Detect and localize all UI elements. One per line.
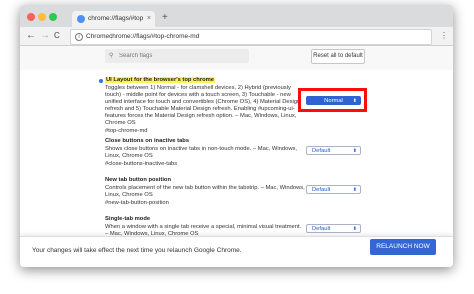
chrome-favicon-icon (77, 15, 85, 23)
tab-flags[interactable]: chrome://flags/#top-chro × (72, 11, 155, 27)
flag-title: UI Layout for the browser's top chrome (105, 77, 215, 83)
select-value: Default (312, 187, 331, 193)
flag-item: UI Layout for the browser's top chrome T… (105, 77, 305, 135)
reload-button[interactable]: C (54, 29, 60, 43)
flag-item: Close buttons on inactive tabs Shows clo… (105, 138, 305, 168)
select-value: Default (312, 148, 331, 154)
flag-description: Toggles between 1) Normal - for clamshel… (105, 85, 301, 126)
relaunch-now-button[interactable]: RELAUNCH NOW (370, 239, 436, 255)
flag-description: Shows close buttons on inactive tabs in … (105, 146, 298, 159)
search-input[interactable] (105, 49, 249, 63)
back-button[interactable]: ← (26, 29, 36, 43)
flag-indicator-icon (99, 79, 103, 83)
flag-link[interactable]: #new-tab-button-position (105, 200, 305, 207)
search-icon: ⚲ (109, 53, 114, 59)
tab-strip: chrome://flags/#top-chro × + (20, 5, 453, 27)
tab-close-icon[interactable]: × (147, 11, 151, 27)
new-tab-button[interactable]: + (162, 12, 168, 24)
flag-title: Close buttons on inactive tabs (105, 138, 190, 144)
info-icon[interactable]: i (75, 33, 83, 41)
relaunch-footer: Your changes will take effect the next t… (20, 236, 453, 267)
flag-item: Single-tab mode When a window with a sin… (105, 216, 305, 236)
flag-select-close-buttons[interactable]: Default ⬍ (306, 146, 361, 155)
select-value: Default (312, 226, 331, 232)
url-text: chrome://flags/#top-chrome-md (109, 33, 200, 40)
flag-description: When a window with a single tab receive … (105, 224, 302, 236)
select-arrow-icon: ⬍ (352, 148, 357, 154)
flag-title: Single-tab mode (105, 216, 151, 222)
menu-icon[interactable]: ⋮ (440, 29, 448, 43)
flag-link[interactable]: #top-chrome-md (105, 128, 305, 135)
flag-title: New tab button position (105, 177, 172, 183)
select-arrow-icon: ⬍ (352, 226, 357, 232)
zoom-window-button[interactable] (49, 13, 57, 21)
reset-all-button[interactable]: Reset all to default (311, 49, 365, 64)
flag-select-single-tab[interactable]: Default ⬍ (306, 224, 361, 233)
flag-description: Controls placement of the new tab button… (105, 185, 305, 198)
tab-title: chrome://flags/#top-chro (88, 15, 143, 22)
close-window-button[interactable] (27, 13, 35, 21)
flag-link[interactable]: #close-buttons-inactive-tabs (105, 161, 305, 168)
address-bar[interactable]: i Chrome | chrome://flags/#top-chrome-md (70, 29, 432, 45)
flag-item: New tab button position Controls placeme… (105, 177, 305, 207)
toolbar: ← → C i Chrome | chrome://flags/#top-chr… (20, 27, 453, 46)
minimize-window-button[interactable] (38, 13, 46, 21)
forward-button[interactable]: → (40, 29, 50, 43)
relaunch-message: Your changes will take effect the next t… (32, 247, 242, 254)
flags-page: ⚲ Reset all to default UI Layout for the… (20, 46, 453, 236)
red-highlight-annotation (298, 88, 367, 112)
flags-header: ⚲ Reset all to default (20, 46, 453, 70)
select-arrow-icon: ⬍ (352, 187, 357, 193)
flag-select-new-tab-position[interactable]: Default ⬍ (306, 185, 361, 194)
browser-window: chrome://flags/#top-chro × + ← → C i Chr… (20, 5, 453, 267)
